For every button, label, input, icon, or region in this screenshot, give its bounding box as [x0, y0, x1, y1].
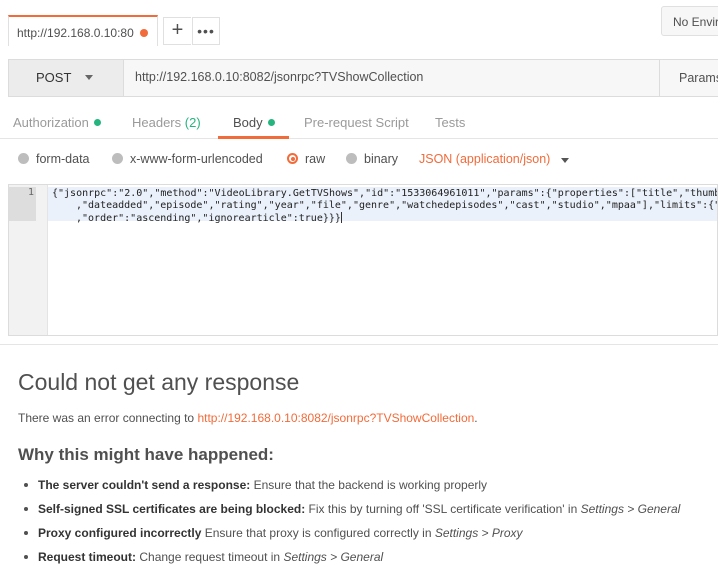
request-tab-label: http://192.168.0.10:80: [17, 26, 134, 40]
binary-label: binary: [364, 152, 399, 166]
text-cursor: [340, 212, 342, 223]
response-error-message: There was an error connecting to http://…: [18, 411, 478, 425]
form-data-label: form-data: [36, 152, 90, 166]
tab-headers-label: Headers: [132, 115, 182, 130]
reason-title: Self-signed SSL certificates are being b…: [38, 502, 306, 516]
urlencoded-label: x-www-form-urlencoded: [130, 152, 263, 166]
tab-pre-request-label: Pre-request Script: [304, 115, 409, 130]
request-url-bar: POST http://192.168.0.10:8082/jsonrpc?TV…: [8, 59, 718, 97]
active-tab-underline: [218, 136, 289, 139]
bullet: [24, 531, 28, 535]
editor-gutter: 1: [9, 185, 48, 335]
tab-options-button[interactable]: •••: [192, 17, 220, 45]
reason-title: Proxy configured incorrectly: [38, 526, 202, 540]
bullet: [24, 483, 28, 487]
code-line: {"jsonrpc":"2.0","method":"VideoLibrary.…: [52, 188, 718, 199]
error-url-link[interactable]: http://192.168.0.10:8082/jsonrpc?TVShowC…: [197, 411, 474, 425]
radio-icon: [18, 153, 29, 164]
reason-title: Request timeout:: [38, 550, 137, 564]
reason-title: The server couldn't send a response:: [38, 478, 251, 492]
tab-body[interactable]: Body: [233, 115, 275, 130]
unsaved-indicator-dot: [140, 29, 148, 37]
reason-item: Self-signed SSL certificates are being b…: [24, 502, 680, 516]
code-line-wrap: ,"order":"ascending","ignorearticle":tru…: [76, 212, 342, 224]
radio-selected-icon: [287, 153, 298, 164]
section-divider: [0, 344, 718, 345]
environment-selector[interactable]: No Envir: [661, 6, 718, 36]
reason-item: Proxy configured incorrectly Ensure that…: [24, 526, 523, 540]
content-type-dropdown[interactable]: JSON (application/json): [419, 152, 550, 166]
raw-label: raw: [305, 152, 326, 166]
request-tabs: Authorization Headers (2) Body Pre-reque…: [0, 105, 718, 139]
status-dot: [267, 119, 275, 126]
tab-headers[interactable]: Headers (2): [132, 115, 201, 130]
settings-path: Settings > General: [580, 502, 681, 516]
radio-raw[interactable]: raw: [287, 152, 325, 166]
why-heading: Why this might have happened:: [18, 445, 274, 464]
code-line: ,"order":"ascending","ignorearticle":tru…: [76, 213, 341, 224]
radio-icon: [346, 153, 357, 164]
new-tab-button[interactable]: +: [163, 17, 191, 45]
radio-binary[interactable]: binary: [346, 152, 398, 166]
line-number: 1: [9, 187, 36, 221]
reason-item: The server couldn't send a response: Ens…: [24, 478, 487, 492]
plus-icon: +: [171, 19, 184, 41]
reason-item: Request timeout: Change request timeout …: [24, 550, 383, 564]
chevron-down-icon[interactable]: [561, 158, 569, 163]
radio-urlencoded[interactable]: x-www-form-urlencoded: [112, 152, 263, 166]
reason-text: Ensure that the backend is working prope…: [250, 478, 488, 492]
tab-authorization[interactable]: Authorization: [13, 115, 101, 130]
tab-tests-label: Tests: [435, 115, 466, 130]
tab-body-label: Body: [233, 115, 263, 130]
radio-form-data[interactable]: form-data: [18, 152, 90, 166]
response-error-title: Could not get any response: [18, 369, 300, 395]
url-input[interactable]: http://192.168.0.10:8082/jsonrpc?TVShowC…: [135, 70, 423, 84]
reason-text: Ensure that proxy is configured correctl…: [201, 526, 435, 540]
settings-path: Settings > General: [283, 550, 384, 564]
code-line: ,"dateadded","episode","rating","year","…: [76, 200, 718, 211]
ellipsis-icon: •••: [197, 23, 215, 39]
reason-text: Fix this by turning off 'SSL certificate…: [305, 502, 581, 516]
params-button[interactable]: Params: [659, 60, 718, 96]
tab-tests[interactable]: Tests: [435, 115, 465, 130]
request-tab[interactable]: http://192.168.0.10:80: [8, 15, 158, 46]
bullet: [24, 507, 28, 511]
body-type-options: form-data x-www-form-urlencoded raw bina…: [0, 148, 718, 172]
reason-text: Change request timeout in: [136, 550, 284, 564]
method-dropdown[interactable]: POST: [9, 60, 124, 96]
tab-bar: http://192.168.0.10:80 + ••• No Envir: [0, 0, 718, 46]
status-dot: [93, 119, 101, 126]
settings-path: Settings > Proxy: [434, 526, 523, 540]
error-message-suffix: .: [474, 411, 478, 425]
params-label: Params: [679, 71, 718, 85]
radio-icon: [112, 153, 123, 164]
chevron-down-icon: [85, 75, 93, 80]
body-editor[interactable]: 1 {"jsonrpc":"2.0","method":"VideoLibrar…: [8, 184, 718, 336]
bullet: [24, 555, 28, 559]
method-label: POST: [36, 70, 72, 85]
tab-authorization-label: Authorization: [13, 115, 89, 130]
tab-pre-request-script[interactable]: Pre-request Script: [304, 115, 409, 130]
headers-count: (2): [184, 115, 201, 130]
environment-label: No Envir: [673, 15, 718, 29]
code-line-highlight: {"jsonrpc":"2.0","method":"VideoLibrary.…: [48, 187, 718, 224]
error-message-prefix: There was an error connecting to: [18, 411, 198, 425]
